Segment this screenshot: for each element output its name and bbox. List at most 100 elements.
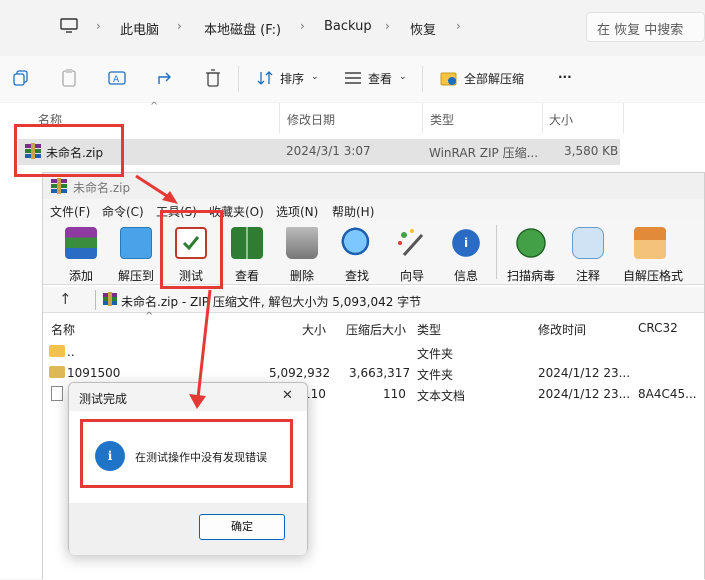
winrar-pathbar: ↑ 未命名.zip - ZIP 压缩文件, 解包大小为 5,093,042 字节	[43, 287, 704, 313]
sort-button[interactable]: 排序	[280, 70, 304, 87]
extract-icon[interactable]	[439, 68, 459, 88]
sort-caret-icon: ^	[150, 101, 159, 112]
paste-icon[interactable]	[59, 68, 79, 88]
add-archive-icon	[65, 227, 97, 259]
breadcrumb-backup[interactable]: Backup	[324, 19, 372, 34]
column-header-name[interactable]: 名称	[51, 321, 75, 338]
breadcrumb-this-pc[interactable]: 此电脑	[120, 19, 159, 38]
folder-extract-icon	[120, 227, 152, 259]
delete-button[interactable]: 删除	[275, 225, 329, 283]
highlight-dialog-message	[80, 419, 293, 488]
breadcrumb-restore[interactable]: 恢复	[410, 19, 436, 38]
row-type: 文本文档	[417, 389, 466, 403]
dialog-footer: 确定	[69, 503, 307, 555]
row-type: 文件夹	[417, 368, 454, 382]
view-icon[interactable]	[343, 68, 363, 88]
virus-scan-icon	[515, 227, 547, 259]
book-icon	[231, 227, 263, 259]
comment-icon	[572, 227, 604, 259]
breadcrumb-drive[interactable]: 本地磁盘 (F:)	[204, 19, 281, 38]
column-header-modified[interactable]: 修改日期	[287, 111, 335, 128]
scan-virus-button[interactable]: 扫描病毒	[504, 225, 558, 283]
pc-icon[interactable]	[60, 18, 78, 37]
divider	[422, 66, 423, 92]
list-item[interactable]: .. 文件夹	[43, 342, 704, 362]
scan-virus-label: 扫描病毒	[506, 269, 555, 283]
chevron-right-icon: ›	[300, 19, 305, 33]
find-label: 查找	[344, 269, 369, 283]
chevron-down-icon: ⌄	[311, 72, 319, 82]
up-arrow-icon[interactable]: ↑	[59, 290, 72, 308]
column-divider[interactable]	[623, 103, 624, 133]
sort-icon[interactable]	[255, 68, 275, 88]
info-button[interactable]: i 信息	[439, 225, 493, 283]
menu-help[interactable]: 帮助(H)	[332, 203, 374, 220]
row-name: 1091500	[67, 366, 121, 380]
search-input[interactable]: 在 恢复 中搜索	[586, 12, 705, 42]
row-packed: 110	[383, 387, 406, 401]
list-item[interactable]: 1091500 5,092,932 3,663,317 文件夹 2024/1/1…	[43, 363, 704, 383]
row-crc: 8A4C45...	[638, 387, 697, 401]
sfx-button[interactable]: 自解压格式	[623, 225, 683, 283]
column-header-size[interactable]: 大小	[302, 321, 326, 338]
wizard-button[interactable]: 向导	[385, 225, 439, 283]
column-header-modified[interactable]: 修改时间	[538, 321, 586, 338]
magnifier-icon	[341, 227, 373, 259]
menu-options[interactable]: 选项(N)	[276, 203, 318, 220]
more-options-button[interactable]: ···	[558, 70, 572, 84]
view-button[interactable]: 查看	[368, 70, 392, 87]
text-file-icon	[51, 386, 63, 401]
row-name: ..	[67, 345, 75, 359]
chevron-right-icon: ›	[177, 19, 182, 33]
menu-file[interactable]: 文件(F)	[50, 203, 90, 220]
toolbar-divider	[496, 225, 497, 279]
extract-to-label: 解压到	[117, 269, 154, 283]
file-size: 3,580 KB	[564, 144, 619, 158]
row-modified: 2024/1/12 23...	[538, 387, 631, 401]
sort-caret-icon: ^	[145, 311, 154, 322]
column-divider[interactable]	[279, 103, 280, 133]
dialog-titlebar[interactable]: 测试完成 ✕	[69, 383, 307, 411]
column-header-crc[interactable]: CRC32	[638, 321, 678, 335]
delete-icon[interactable]	[203, 68, 223, 88]
info-icon: i	[450, 227, 482, 259]
divider	[238, 66, 239, 92]
column-divider[interactable]	[542, 103, 543, 133]
ok-button[interactable]: 确定	[199, 514, 285, 540]
winrar-toolbar: 添加 解压到 测试 查看 删除 查找 向导 i 信息 扫描病毒 注释 自解压格式	[43, 221, 704, 285]
chevron-down-icon: ⌄	[399, 72, 407, 82]
extract-to-button[interactable]: 解压到	[109, 225, 163, 283]
find-button[interactable]: 查找	[330, 225, 384, 283]
dialog-title: 测试完成	[79, 392, 128, 406]
chevron-right-icon: ›	[96, 19, 101, 33]
row-modified: 2024/1/12 23...	[538, 366, 631, 380]
column-divider[interactable]	[422, 103, 423, 133]
row-packed: 3,663,317	[349, 366, 411, 380]
chevron-right-icon: ›	[385, 19, 390, 33]
folder-icon	[49, 345, 65, 357]
comment-button[interactable]: 注释	[561, 225, 615, 283]
command-bar: A 排序 ⌄ 查看 ⌄ 全部解压缩 ···	[0, 56, 705, 102]
path-divider	[95, 290, 96, 310]
address-bar: › 此电脑 › 本地磁盘 (F:) › Backup › 恢复 › 在 恢复 中…	[0, 0, 705, 55]
column-header-size[interactable]: 大小	[549, 111, 573, 128]
column-header-type[interactable]: 类型	[430, 111, 454, 128]
archive-path-text: 未命名.zip - ZIP 压缩文件, 解包大小为 5,093,042 字节	[121, 295, 422, 309]
share-icon[interactable]	[156, 68, 176, 88]
close-icon[interactable]: ✕	[282, 388, 293, 403]
menu-commands[interactable]: 命令(C)	[102, 203, 144, 220]
magic-wand-icon	[396, 227, 428, 259]
copy-icon[interactable]	[11, 68, 31, 88]
extract-all-button[interactable]: 全部解压缩	[464, 70, 524, 87]
view-button-rar[interactable]: 查看	[220, 225, 274, 283]
delete-label: 删除	[289, 269, 314, 283]
column-header-packed[interactable]: 压缩后大小	[346, 321, 406, 338]
column-header-type[interactable]: 类型	[417, 321, 441, 338]
winrar-titlebar[interactable]: 未命名.zip	[43, 173, 704, 199]
svg-text:A: A	[113, 75, 120, 85]
add-label: 添加	[68, 269, 93, 283]
add-button[interactable]: 添加	[54, 225, 108, 283]
sfx-box-icon	[634, 227, 666, 259]
highlight-zip-file	[14, 124, 124, 177]
rename-icon[interactable]: A	[107, 68, 127, 88]
